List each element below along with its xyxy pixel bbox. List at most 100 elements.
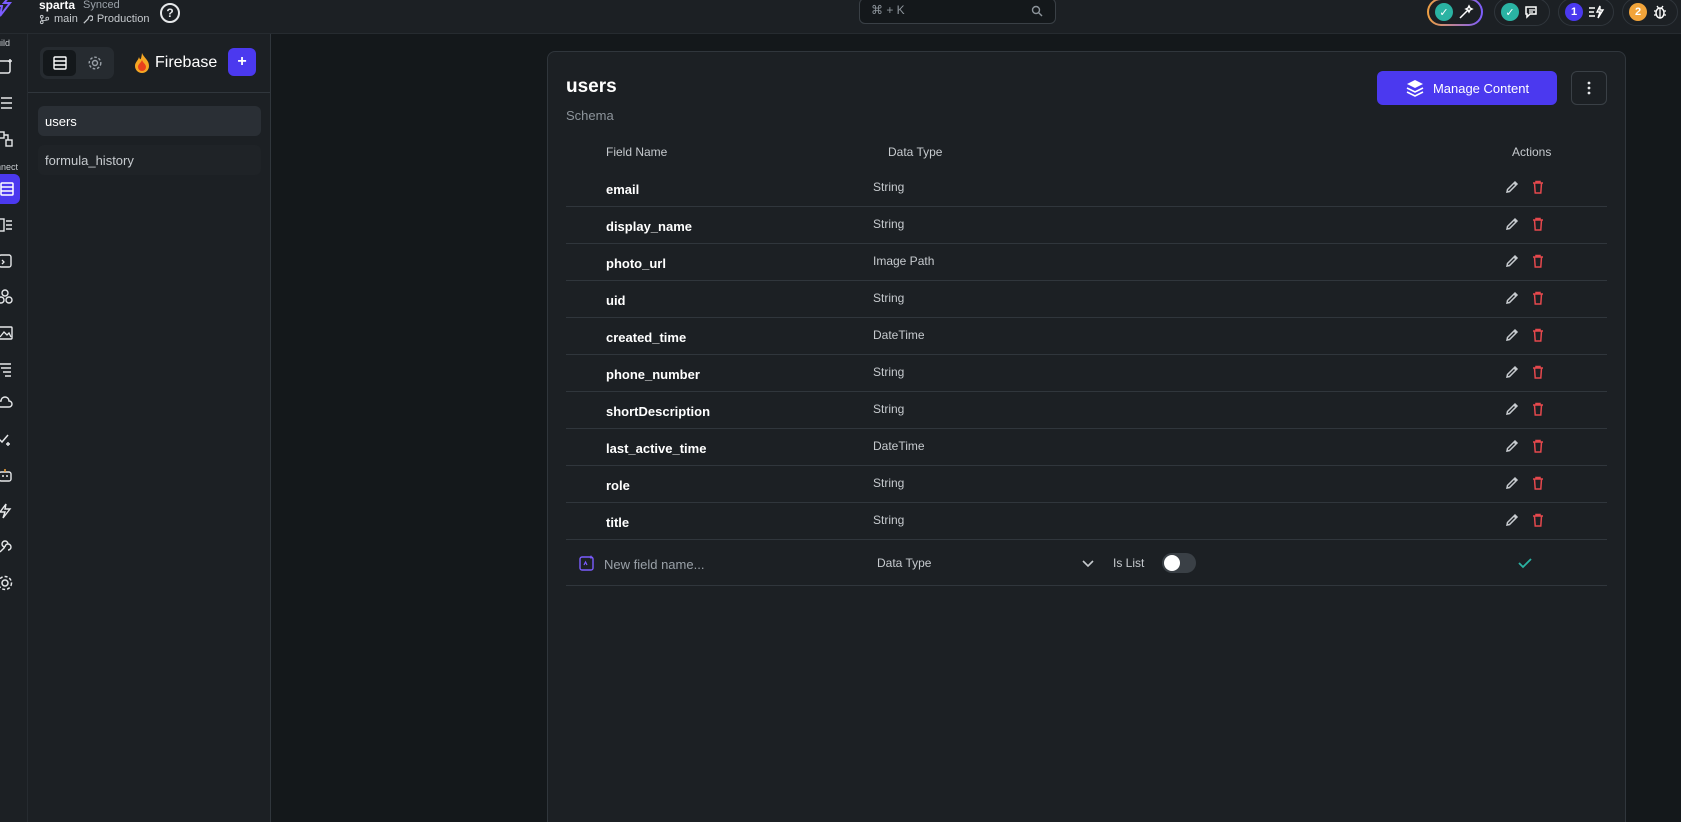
database-icon <box>52 56 67 70</box>
rail-label-build: uild <box>0 38 11 48</box>
field-name: email <box>606 182 640 197</box>
field-row[interactable]: title String <box>566 503 1607 540</box>
pencil-icon[interactable] <box>1504 401 1520 417</box>
theme-icon[interactable] <box>0 358 16 380</box>
more-options-button[interactable] <box>1571 71 1607 105</box>
storyboard-icon[interactable] <box>0 128 16 150</box>
field-row[interactable]: photo_url Image Path <box>566 244 1607 281</box>
data-type-select[interactable]: Data Type <box>877 556 931 570</box>
field-row[interactable]: last_active_time DateTime <box>566 429 1607 466</box>
pencil-icon[interactable] <box>1504 216 1520 232</box>
field-type: String <box>873 217 905 231</box>
is-list-toggle[interactable] <box>1162 553 1196 573</box>
collection-item-formula-history[interactable]: formula_history <box>38 145 261 175</box>
field-name: title <box>606 515 630 530</box>
gear-icon <box>87 56 102 70</box>
add-collection-button[interactable]: + <box>228 48 256 76</box>
firebase-flame-icon <box>135 53 149 73</box>
field-row[interactable]: display_name String <box>566 207 1607 244</box>
agents-icon[interactable] <box>0 464 16 486</box>
collection-label: formula_history <box>45 152 134 168</box>
search-box[interactable]: ⌘ + K <box>859 0 1056 24</box>
help-symbol: ? <box>166 6 174 20</box>
search-shortcut: ⌘ + K <box>871 3 905 17</box>
gear-icon[interactable] <box>0 572 16 594</box>
pencil-icon[interactable] <box>1504 327 1520 343</box>
branch-row[interactable]: main Production <box>39 13 149 25</box>
cloud-functions-icon[interactable] <box>0 392 16 414</box>
trash-icon[interactable] <box>1530 401 1546 417</box>
add-field-sparkle-icon[interactable] <box>578 554 596 572</box>
field-row[interactable]: role String <box>566 466 1607 503</box>
flutterflow-logo-icon[interactable] <box>0 0 14 18</box>
field-row[interactable]: created_time DateTime <box>566 318 1607 355</box>
trash-icon[interactable] <box>1530 253 1546 269</box>
tests-icon[interactable] <box>0 428 16 450</box>
pencil-icon[interactable] <box>1504 179 1520 195</box>
widget-tree-icon[interactable] <box>0 56 16 78</box>
issue-count-badge: 1 <box>1565 3 1583 21</box>
field-row[interactable]: uid String <box>566 281 1607 318</box>
data-types-icon[interactable] <box>0 250 16 272</box>
field-type: String <box>873 180 905 194</box>
field-name: display_name <box>606 219 692 234</box>
trash-icon[interactable] <box>1530 179 1546 195</box>
ai-gen-status-button[interactable]: ✓ <box>1427 0 1483 26</box>
panel-title: Firebase <box>155 54 218 71</box>
toggle-knob <box>1164 555 1180 571</box>
pencil-icon[interactable] <box>1504 475 1520 491</box>
settings-view-button[interactable] <box>78 50 111 76</box>
field-row[interactable]: shortDescription String <box>566 392 1607 429</box>
collections-panel: Firebase + users formula_history <box>28 34 271 822</box>
firestore-icon[interactable] <box>0 174 20 204</box>
media-assets-icon[interactable] <box>0 322 16 344</box>
help-button[interactable]: ? <box>160 3 180 23</box>
trash-icon[interactable] <box>1530 512 1546 528</box>
checkmark-icon[interactable] <box>1516 554 1534 572</box>
trash-icon[interactable] <box>1530 327 1546 343</box>
trash-icon[interactable] <box>1530 364 1546 380</box>
collections-view-button[interactable] <box>43 50 76 76</box>
bug-icon <box>1654 5 1666 19</box>
branch-icon <box>39 14 50 24</box>
pencil-icon[interactable] <box>1504 438 1520 454</box>
integrations-icon[interactable] <box>0 536 16 558</box>
new-field-name-input[interactable] <box>604 552 874 576</box>
pencil-icon[interactable] <box>1504 253 1520 269</box>
field-type: String <box>873 365 905 379</box>
project-name[interactable]: sparta <box>39 0 75 12</box>
add-symbol: + <box>237 53 247 70</box>
pencil-icon[interactable] <box>1504 364 1520 380</box>
lightning-icon[interactable] <box>0 500 16 522</box>
manage-content-button[interactable]: Manage Content <box>1377 71 1557 105</box>
field-name: shortDescription <box>606 404 711 419</box>
field-name: photo_url <box>606 256 666 271</box>
trash-icon[interactable] <box>1530 290 1546 306</box>
bugs-status-button[interactable]: 2 <box>1622 0 1678 26</box>
search-icon <box>1031 5 1043 17</box>
trash-icon[interactable] <box>1530 216 1546 232</box>
field-type: Image Path <box>873 254 935 268</box>
app-state-icon[interactable] <box>0 286 16 308</box>
collection-title: users <box>566 76 617 97</box>
pencil-icon[interactable] <box>1504 290 1520 306</box>
issues-status-button[interactable]: 1 <box>1558 0 1614 26</box>
list-icon[interactable] <box>0 92 16 114</box>
field-row[interactable]: phone_number String <box>566 355 1607 392</box>
trash-icon[interactable] <box>1530 438 1546 454</box>
sync-status: Synced <box>83 0 120 11</box>
pencil-icon[interactable] <box>1504 512 1520 528</box>
trash-icon[interactable] <box>1530 475 1546 491</box>
collection-item-users[interactable]: users <box>38 106 261 136</box>
schema-subtitle: Schema <box>566 108 614 123</box>
comments-status-button[interactable]: ✓ <box>1494 0 1550 26</box>
chevron-down-icon[interactable] <box>1081 556 1095 570</box>
bug-count-badge: 2 <box>1629 3 1647 21</box>
field-row[interactable]: email String <box>566 170 1607 207</box>
api-calls-icon[interactable] <box>0 214 16 236</box>
nav-rail: uild nnect <box>0 34 28 822</box>
branch-name: main <box>54 13 78 25</box>
field-type: String <box>873 476 905 490</box>
layers-icon <box>1406 80 1424 97</box>
panel-divider <box>28 92 271 93</box>
